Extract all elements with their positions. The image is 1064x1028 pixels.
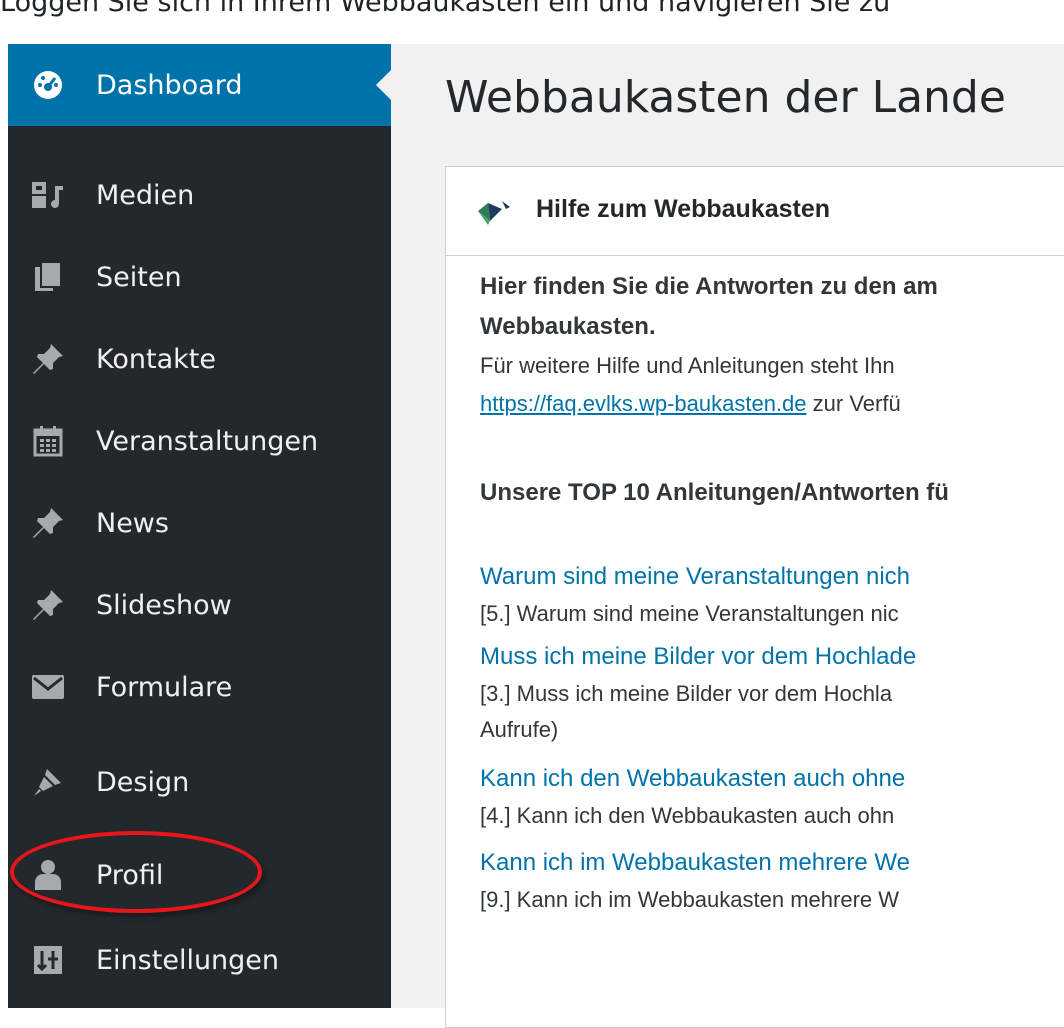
- faq-excerpt-line2: Aufrufe): [480, 717, 559, 742]
- sidebar-item-label: Design: [96, 766, 190, 798]
- sidebar-item-medien[interactable]: Medien: [8, 154, 391, 236]
- sidebar-item-formulare[interactable]: Formulare: [8, 646, 391, 728]
- sidebar-item-news[interactable]: News: [8, 482, 391, 564]
- sidebar-item-seiten[interactable]: Seiten: [8, 236, 391, 318]
- sidebar-item-label: News: [96, 507, 169, 539]
- logo-icon: [476, 199, 516, 229]
- sidebar-item-slideshow[interactable]: Slideshow: [8, 564, 391, 646]
- sidebar-item-label: Slideshow: [96, 589, 232, 621]
- page-title: Webbaukasten der Lande: [445, 72, 1006, 123]
- widget-title: Hilfe zum Webbaukasten: [536, 195, 831, 223]
- pin-icon: [28, 339, 68, 379]
- faq-title[interactable]: Warum sind meine Veranstaltungen nich: [480, 563, 910, 591]
- instruction-caption: Loggen Sie sich in Ihrem Webbaukasten ei…: [0, 0, 891, 18]
- faq-excerpt: [5.] Warum sind meine Veranstaltungen ni…: [480, 601, 899, 626]
- top10-heading: Unsere TOP 10 Anleitungen/Antworten fü: [480, 479, 949, 506]
- further-help-suffix: zur Verfü: [806, 391, 901, 416]
- calendar-icon: [28, 421, 68, 461]
- faq-title[interactable]: Kann ich im Webbaukasten mehrere We: [480, 849, 910, 877]
- pin-icon: [28, 503, 68, 543]
- settings-icon: [28, 940, 68, 980]
- media-icon: [28, 175, 68, 215]
- faq-excerpt: [4.] Kann ich den Webbaukasten auch ohn: [480, 803, 895, 828]
- further-help-line1: Für weitere Hilfe und Anleitungen steht …: [480, 353, 895, 378]
- faq-title[interactable]: Muss ich meine Bilder vor dem Hochlade: [480, 643, 916, 671]
- sidebar-item-veranstaltungen[interactable]: Veranstaltungen: [8, 400, 391, 482]
- pages-icon: [28, 257, 68, 297]
- faq-excerpt: [9.] Kann ich im Webbaukasten mehrere W: [480, 887, 900, 912]
- active-indicator-arrow: [376, 70, 391, 100]
- widget-header: Hilfe zum Webbaukasten: [446, 167, 1064, 256]
- sidebar-item-dashboard[interactable]: Dashboard: [8, 44, 391, 126]
- faq-excerpt: [3.] Muss ich meine Bilder vor dem Hochl…: [480, 681, 893, 706]
- faq-title[interactable]: Kann ich den Webbaukasten auch ohne: [480, 765, 905, 793]
- pin-icon: [28, 585, 68, 625]
- sidebar-item-label: Kontakte: [96, 343, 216, 375]
- sidebar-item-label: Seiten: [96, 261, 182, 293]
- sidebar-item-label: Dashboard: [96, 69, 243, 101]
- intro-text-line1: Hier finden Sie die Antworten zu den am: [480, 273, 938, 300]
- help-widget: Hilfe zum Webbaukasten Hier finden Sie d…: [445, 166, 1064, 1028]
- brush-icon: [28, 762, 68, 802]
- mail-icon: [28, 667, 68, 707]
- sidebar-item-kontakte[interactable]: Kontakte: [8, 318, 391, 400]
- highlight-annotation: [10, 831, 262, 913]
- further-help-line2: https://faq.evlks.wp-baukasten.de zur Ve…: [480, 391, 901, 417]
- intro-text-line2: Webbaukasten.: [480, 313, 656, 340]
- faq-link[interactable]: https://faq.evlks.wp-baukasten.de: [480, 391, 807, 416]
- sidebar-item-label: Medien: [96, 179, 195, 211]
- sidebar-item-label: Einstellungen: [96, 944, 280, 976]
- main-content: Webbaukasten der Lande Hilfe zum Webbauk…: [391, 44, 1064, 1028]
- sidebar-item-design[interactable]: Design: [8, 741, 391, 823]
- sidebar-item-label: Veranstaltungen: [96, 425, 319, 457]
- sidebar-item-einstellungen[interactable]: Einstellungen: [8, 919, 391, 1001]
- sidebar-item-label: Formulare: [96, 671, 233, 703]
- dashboard-icon: [28, 65, 68, 105]
